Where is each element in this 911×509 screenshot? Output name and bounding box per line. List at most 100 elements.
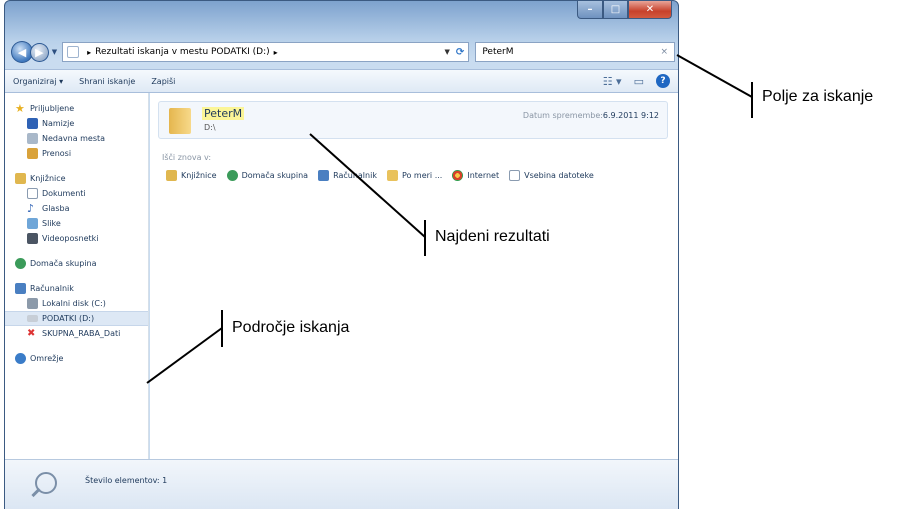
sidebar-item-label: Glasba	[42, 204, 70, 213]
sidebar-item-label: Lokalni disk (C:)	[42, 299, 106, 308]
sidebar-item-music[interactable]: ♪ Glasba	[5, 201, 148, 216]
search-field-pointer	[676, 54, 753, 98]
sidebar-item-label: Nedavna mesta	[42, 134, 106, 143]
pictures-icon	[27, 218, 38, 229]
sidebar-item-pictures[interactable]: Slike	[5, 216, 148, 231]
sidebar-item-desktop[interactable]: Namizje	[5, 116, 148, 131]
search-folder-icon	[67, 46, 80, 58]
search-result-item[interactable]: PeterM D:\ Datum spremembe: 6.9.2011 9:1…	[158, 101, 668, 139]
results-pane: PeterM D:\ Datum spremembe: 6.9.2011 9:1…	[150, 93, 678, 459]
sidebar-item-label: Knjižnice	[30, 174, 66, 183]
breadcrumb-chevron-icon[interactable]: ▸	[274, 48, 278, 57]
sidebar-item-shared[interactable]: ✖ SKUPNA_RABA_Dati	[5, 326, 148, 341]
address-bar[interactable]: ▸ Rezultati iskanja v mestu PODATKI (D:)…	[62, 42, 470, 62]
close-button[interactable]: ✕	[628, 1, 672, 19]
sidebar-item-label: Domača skupina	[30, 259, 97, 268]
downloads-icon	[27, 148, 38, 159]
help-icon[interactable]: ?	[656, 74, 670, 88]
annotation-search-field: Polje za iskanje	[762, 88, 874, 105]
clear-search-icon[interactable]: ×	[660, 47, 668, 57]
search-again-list: Knjižnice Domača skupina Računalnik Po m…	[166, 170, 604, 181]
recent-places-icon	[27, 133, 38, 144]
sidebar-item-downloads[interactable]: Prenosi	[5, 146, 148, 161]
libraries-icon	[166, 170, 177, 181]
video-icon	[27, 233, 38, 244]
forward-button[interactable]: ▶	[29, 42, 49, 62]
desktop-icon	[27, 118, 38, 129]
sidebar-item-network[interactable]: Omrežje	[5, 351, 148, 366]
search-again-internet[interactable]: Internet	[452, 170, 499, 181]
homegroup-icon	[15, 258, 26, 269]
item-count: Število elementov: 1	[85, 476, 168, 485]
sidebar-item-documents[interactable]: Dokumenti	[5, 186, 148, 201]
maximize-button[interactable]: □	[603, 1, 628, 19]
libraries-icon	[15, 173, 26, 184]
sidebar-item-label: Računalnik	[30, 284, 74, 293]
custom-folder-icon	[386, 170, 398, 181]
search-again-label: Išči znova v:	[162, 153, 212, 162]
sidebar-item-local-disk[interactable]: Lokalni disk (C:)	[5, 296, 148, 311]
sidebar-item-recent-places[interactable]: Nedavna mesta	[5, 131, 148, 146]
search-input[interactable]: PeterM ×	[475, 42, 675, 62]
search-again-item-label: Po meri ...	[401, 171, 443, 180]
organize-button[interactable]: Organiziraj ▾	[13, 77, 63, 86]
internet-icon	[452, 170, 464, 181]
document-icon	[27, 188, 38, 199]
sidebar-item-homegroup[interactable]: Domača skupina	[5, 256, 148, 271]
network-icon	[15, 353, 26, 364]
sidebar-item-label: Videoposnetki	[42, 234, 99, 243]
search-again-computer[interactable]: Računalnik	[318, 170, 377, 181]
breadcrumb-separator-icon[interactable]: ▸	[87, 48, 91, 57]
sidebar-item-label: Dokumenti	[42, 189, 86, 198]
command-bar: Organiziraj ▾ Shrani iskanje Zapiši ☷ ▾ …	[5, 69, 678, 93]
sidebar-item-libraries[interactable]: Knjižnice	[5, 171, 148, 186]
sidebar-item-favorites[interactable]: ★ Priljubljene	[5, 101, 148, 116]
sidebar-item-label: Slike	[42, 219, 61, 228]
search-again-homegroup[interactable]: Domača skupina	[226, 170, 309, 181]
sidebar-item-label: Omrežje	[30, 354, 64, 363]
search-again-custom[interactable]: Po meri ...	[386, 170, 443, 181]
sidebar-item-label: PODATKI (D:)	[42, 314, 95, 323]
search-again-item-label: Vsebina datoteke	[524, 171, 594, 180]
view-options-icon[interactable]: ☷ ▾	[603, 75, 622, 88]
document-icon	[509, 170, 521, 181]
details-pane: Število elementov: 1	[5, 459, 678, 509]
result-name: PeterM	[202, 107, 245, 120]
computer-icon	[318, 170, 330, 181]
sidebar-item-label: Priljubljene	[30, 104, 75, 113]
save-search-button[interactable]: Shrani iskanje	[79, 77, 135, 86]
search-again-file-contents[interactable]: Vsebina datoteke	[509, 170, 594, 181]
refresh-icon[interactable]: ⟳	[456, 47, 464, 58]
search-again-item-label: Računalnik	[333, 171, 377, 180]
sidebar-item-label: Namizje	[42, 119, 75, 128]
preview-pane-icon[interactable]: ▭	[634, 75, 644, 88]
drive-icon	[27, 298, 38, 309]
search-again-item-label: Internet	[467, 171, 500, 180]
navigation-bar: ◀ ▶ ▼ ▸ Rezultati iskanja v mestu PODATK…	[11, 39, 675, 65]
drive-icon	[27, 315, 38, 322]
network-drive-icon: ✖	[27, 328, 36, 339]
star-icon: ★	[15, 102, 25, 115]
search-again-libraries[interactable]: Knjižnice	[166, 170, 217, 181]
search-input-value: PeterM	[482, 47, 514, 57]
sidebar-item-videos[interactable]: Videoposnetki	[5, 231, 148, 246]
search-again-item-label: Domača skupina	[241, 171, 309, 180]
caption-buttons: – □ ✕	[577, 1, 672, 19]
magnifier-handle	[31, 487, 41, 498]
address-dropdown-icon[interactable]: ▼	[445, 48, 450, 56]
homegroup-icon	[226, 170, 238, 181]
annotation-results: Najdeni rezultati	[435, 228, 550, 245]
result-path: D:\	[204, 123, 216, 132]
minimize-button[interactable]: –	[577, 1, 603, 19]
breadcrumb-search-results[interactable]: Rezultati iskanja v mestu PODATKI (D:)	[95, 47, 270, 57]
search-again-item-label: Knjižnice	[181, 171, 217, 180]
burn-button[interactable]: Zapiši	[151, 77, 175, 86]
sidebar-item-computer[interactable]: Računalnik	[5, 281, 148, 296]
result-date-value: 6.9.2011 9:12	[602, 111, 659, 120]
explorer-window: – □ ✕ ◀ ▶ ▼ ▸ Rezultati iskanja v mestu …	[4, 0, 679, 509]
history-dropdown-icon[interactable]: ▼	[52, 48, 57, 56]
sidebar-item-data-drive[interactable]: PODATKI (D:)	[5, 311, 148, 326]
result-date-label: Datum spremembe:	[522, 111, 603, 120]
computer-icon	[15, 283, 26, 294]
sidebar-item-label: Prenosi	[42, 149, 72, 158]
